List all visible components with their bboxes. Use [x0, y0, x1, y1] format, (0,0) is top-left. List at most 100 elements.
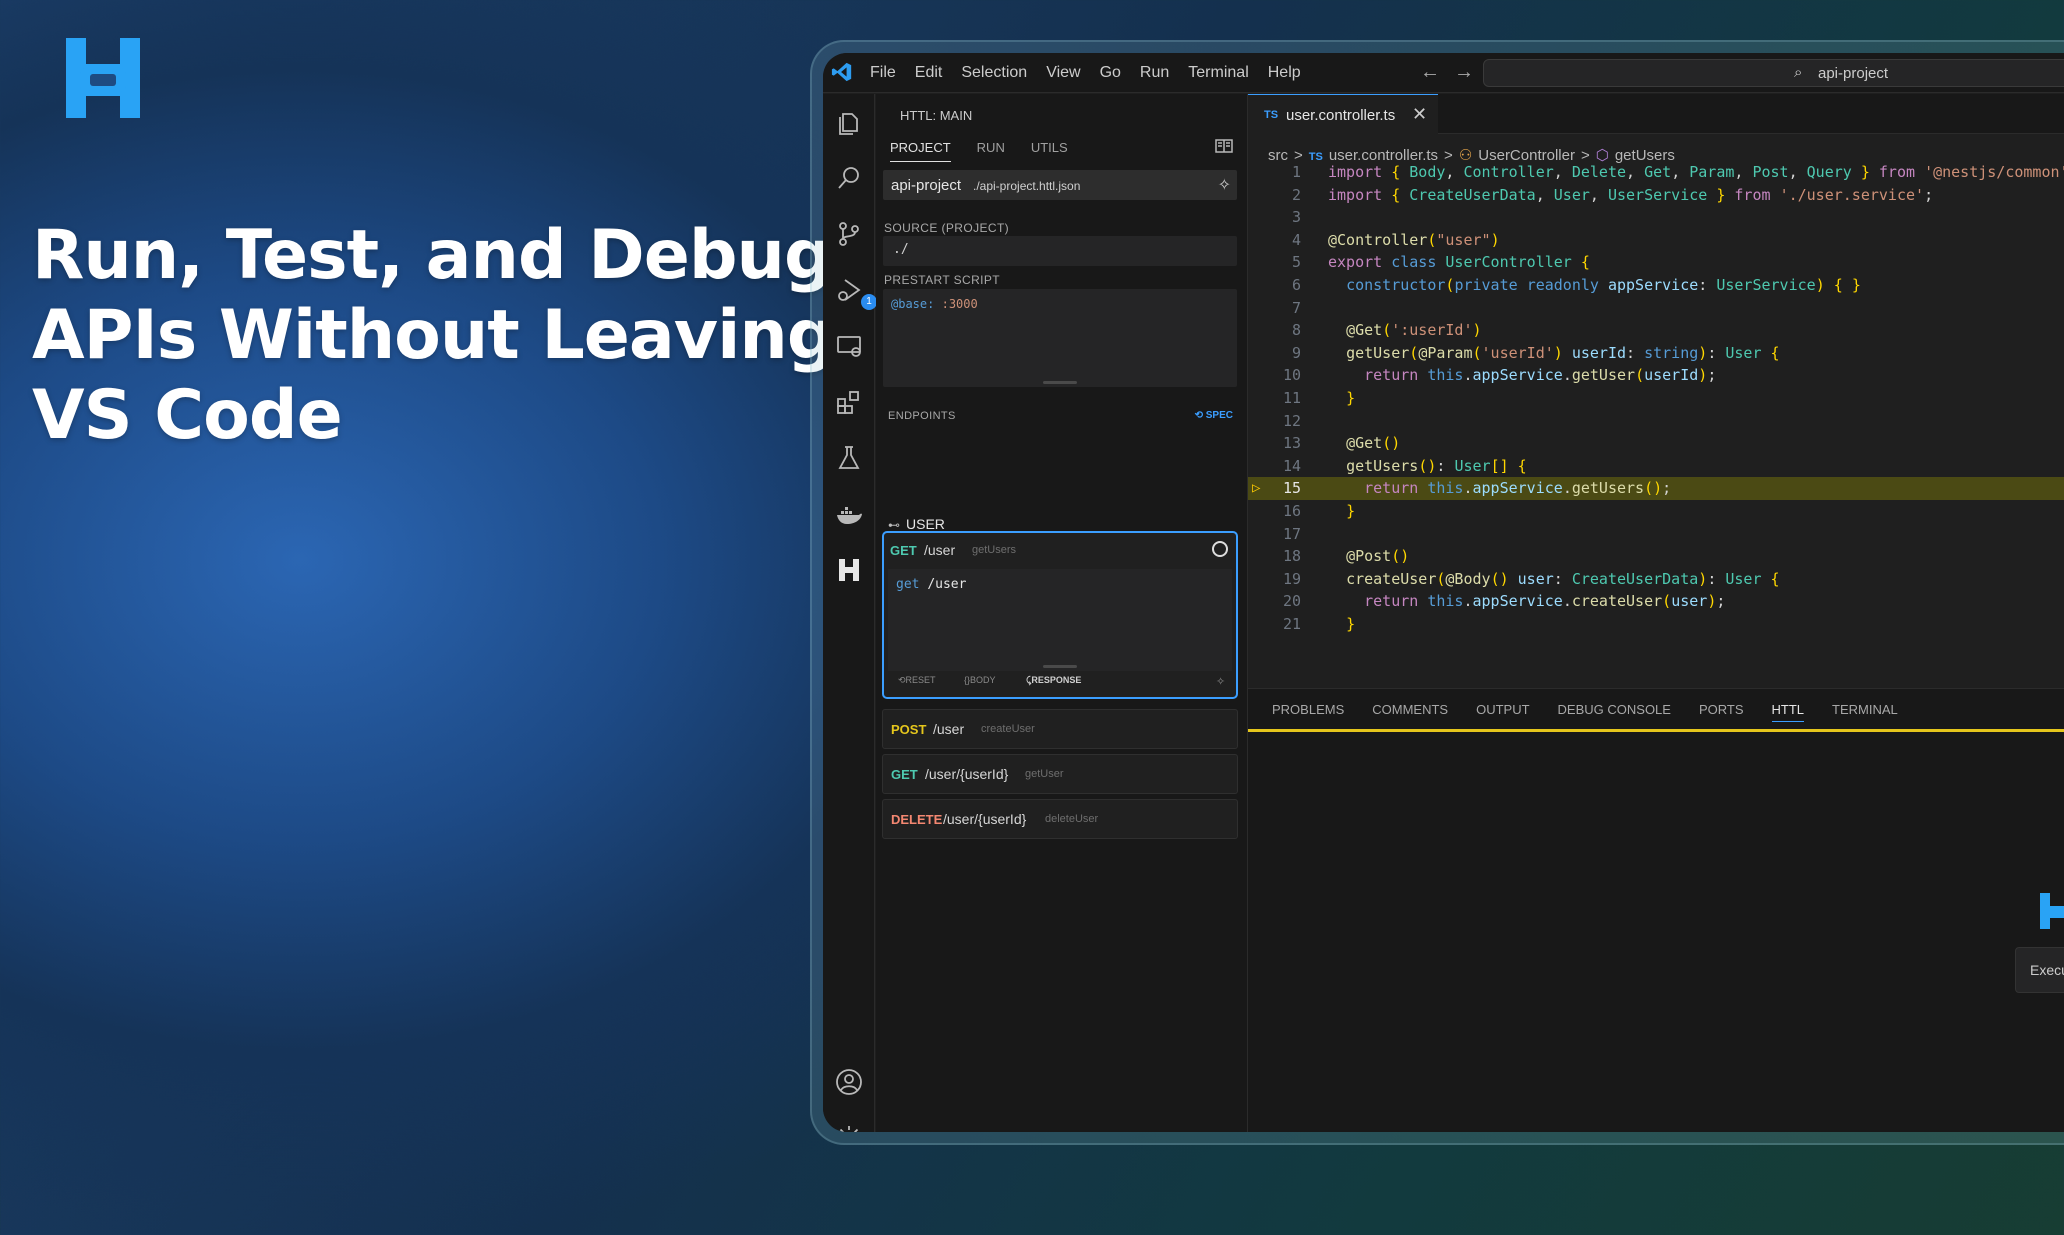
- line-number: 20: [1282, 592, 1301, 611]
- request-editor[interactable]: get /user: [888, 569, 1232, 671]
- menu-view[interactable]: View: [1046, 64, 1080, 82]
- endpoint-method: GET: [890, 543, 917, 558]
- account-icon[interactable]: [835, 1068, 863, 1096]
- endpoint-card[interactable]: GET /user/{userId} getUser: [882, 754, 1238, 794]
- extensions-icon[interactable]: [835, 388, 863, 416]
- line-number: 16: [1282, 502, 1301, 520]
- nav-arrows: ← →: [1420, 61, 1488, 84]
- code-line[interactable]: 14 getUsers(): User[] {: [1248, 455, 2064, 478]
- code-text: return this.appService.createUser(user);: [1364, 592, 1726, 611]
- response-button[interactable]: ⤹ RESPONSE: [1026, 675, 1081, 686]
- code-line[interactable]: 7: [1248, 297, 2064, 320]
- code-line[interactable]: 13 @Get(): [1248, 432, 2064, 455]
- code-line[interactable]: 17: [1248, 523, 2064, 546]
- code-line[interactable]: 1 import { Body, Controller, Delete, Get,…: [1248, 161, 2064, 184]
- code-text: getUser(@Param('userId') userId: string)…: [1346, 343, 1780, 362]
- endpoint-card-active[interactable]: GET /user getUsers get /user ⟲ RESET {} …: [882, 531, 1238, 699]
- menu-terminal[interactable]: Terminal: [1188, 64, 1248, 82]
- code-text: @Controller("user"): [1328, 230, 1500, 249]
- line-number: 12: [1282, 411, 1301, 430]
- code-line[interactable]: 4 @Controller("user"): [1248, 229, 2064, 252]
- endpoint-card[interactable]: DELETE /user/{userId} deleteUser: [882, 799, 1238, 839]
- code-line[interactable]: 6 constructor(private readonly appServic…: [1248, 274, 2064, 297]
- menu-edit[interactable]: Edit: [915, 64, 943, 82]
- tab-terminal[interactable]: TERMINAL: [1832, 702, 1898, 717]
- endpoint-function: deleteUser: [1045, 813, 1099, 825]
- resize-grip[interactable]: [1043, 381, 1077, 384]
- code-text: import { CreateUserData, User, UserServi…: [1328, 185, 1934, 204]
- settings-icon[interactable]: [835, 1124, 863, 1132]
- menu-help[interactable]: Help: [1268, 64, 1301, 82]
- project-selector[interactable]: api-project ./api-project.httl.json ✧: [883, 170, 1237, 200]
- close-icon[interactable]: ✕: [1412, 104, 1427, 125]
- code-line[interactable]: 5 export class UserController {: [1248, 251, 2064, 274]
- back-arrow-icon[interactable]: ←: [1420, 61, 1440, 83]
- code-line[interactable]: 2 import { CreateUserData, User, UserServ…: [1248, 184, 2064, 207]
- menu-run[interactable]: Run: [1140, 64, 1169, 82]
- body-button[interactable]: {} BODY: [964, 675, 996, 685]
- code-line[interactable]: 15 return this.appService.getUsers(); ▷: [1248, 477, 2064, 500]
- code-line[interactable]: 11 }: [1248, 387, 2064, 410]
- tab-debug-console[interactable]: DEBUG CONSOLE: [1558, 702, 1671, 717]
- headline: Run, Test, and Debug APIs Without Leavin…: [32, 216, 836, 456]
- activity-bar: 1: [823, 94, 877, 1132]
- code-line[interactable]: 16 }: [1248, 500, 2064, 523]
- httl-logo-icon: [2040, 893, 2064, 929]
- testing-icon[interactable]: [835, 444, 863, 472]
- endpoint-method: POST: [891, 722, 927, 737]
- source-control-icon[interactable]: [835, 220, 863, 248]
- sparkle-icon[interactable]: ✧: [1218, 175, 1231, 195]
- reset-button[interactable]: ⟲ RESET: [898, 675, 936, 686]
- line-number: 7: [1291, 298, 1301, 317]
- code-line[interactable]: 18 @Post(): [1248, 545, 2064, 568]
- code-line[interactable]: 20 return this.appService.createUser(use…: [1248, 590, 2064, 613]
- command-center-search[interactable]: ⌕ api-project: [1483, 59, 2064, 87]
- tab-comments[interactable]: COMMENTS: [1372, 702, 1448, 717]
- tab-output[interactable]: OUTPUT: [1476, 702, 1529, 717]
- group-icon: ⊷: [888, 518, 900, 532]
- code-line[interactable]: 21 }: [1248, 613, 2064, 636]
- endpoint-group-user[interactable]: ⊷ USER: [888, 516, 945, 532]
- code-text: }: [1346, 389, 1356, 407]
- endpoint-method: GET: [891, 767, 918, 782]
- code-text: return this.appService.getUsers();: [1364, 479, 1672, 498]
- menu-selection[interactable]: Selection: [961, 64, 1027, 82]
- resize-grip[interactable]: [1043, 665, 1077, 668]
- explorer-icon[interactable]: [835, 108, 863, 136]
- tab-project[interactable]: PROJECT: [890, 140, 951, 162]
- forward-arrow-icon[interactable]: →: [1454, 61, 1474, 83]
- code-line[interactable]: 9 getUser(@Param('userId') userId: strin…: [1248, 342, 2064, 365]
- code-text: }: [1346, 615, 1356, 633]
- line-number: 5: [1291, 253, 1301, 272]
- menu-go[interactable]: Go: [1100, 64, 1121, 82]
- httl-icon[interactable]: [835, 556, 863, 584]
- code-line[interactable]: 3: [1248, 206, 2064, 229]
- line-number: 6: [1291, 276, 1301, 294]
- code-line[interactable]: 19 createUser(@Body() user: CreateUserDa…: [1248, 568, 2064, 591]
- line-number: 8: [1291, 321, 1301, 340]
- editor-tab-user-controller[interactable]: TS user.controller.ts ✕: [1248, 94, 1438, 134]
- prestart-editor[interactable]: @base: :3000: [883, 289, 1237, 387]
- endpoint-card[interactable]: POST /user createUser: [882, 709, 1238, 749]
- code-line[interactable]: 12: [1248, 410, 2064, 433]
- code-text: return this.appService.getUser(userId);: [1364, 366, 1717, 385]
- code-line[interactable]: 8 @Get(':userId'): [1248, 319, 2064, 342]
- docker-icon[interactable]: [835, 500, 863, 528]
- headline-line-2: APIs Without Leaving: [32, 296, 836, 375]
- sparkle-icon[interactable]: ✧: [1216, 675, 1225, 688]
- tab-httl[interactable]: HTTL: [1771, 697, 1805, 722]
- search-icon[interactable]: [835, 164, 863, 192]
- remote-explorer-icon[interactable]: [835, 332, 863, 360]
- tab-utils[interactable]: UTILS: [1031, 140, 1068, 162]
- book-icon[interactable]: [1215, 138, 1233, 154]
- source-field[interactable]: ./: [883, 236, 1237, 266]
- menu-file[interactable]: File: [870, 64, 896, 82]
- code-text: constructor(private readonly appService:…: [1346, 276, 1861, 294]
- spec-link[interactable]: ⟲ SPEC: [1195, 410, 1233, 421]
- run-debug-icon[interactable]: 1: [835, 276, 877, 310]
- tab-ports[interactable]: PORTS: [1699, 702, 1744, 717]
- endpoint-path: /user/{userId}: [925, 766, 1009, 782]
- tab-run[interactable]: RUN: [977, 140, 1005, 162]
- tab-problems[interactable]: PROBLEMS: [1272, 702, 1344, 717]
- code-line[interactable]: 10 return this.appService.getUser(userId…: [1248, 364, 2064, 387]
